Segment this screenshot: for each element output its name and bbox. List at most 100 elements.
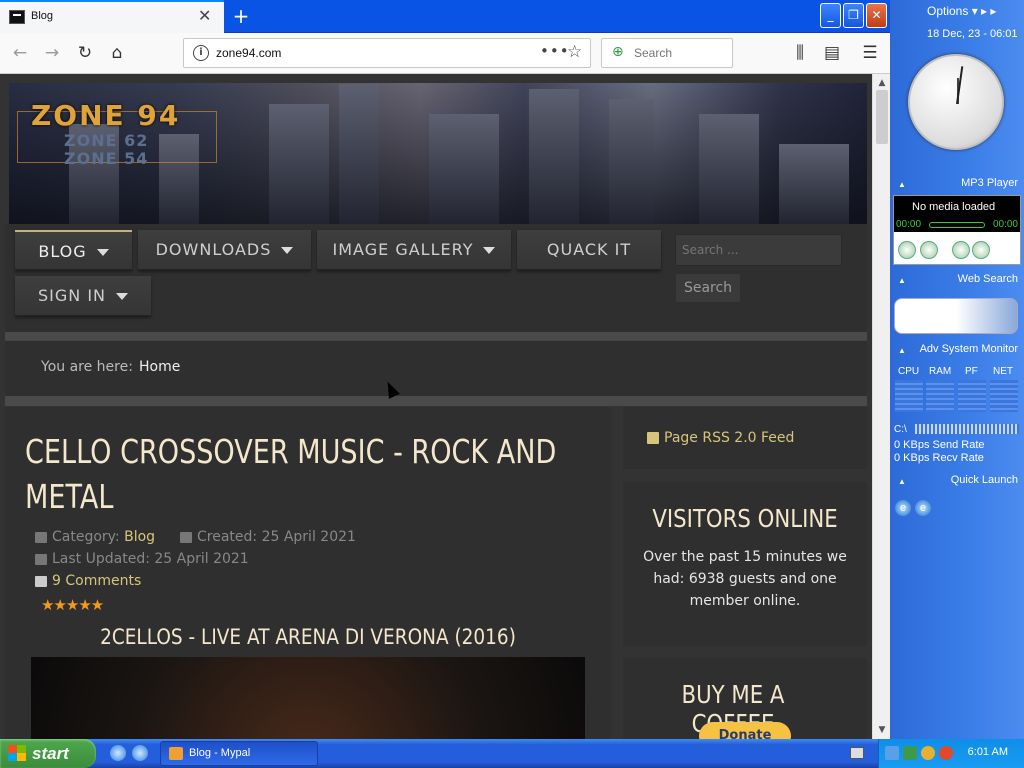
search-icon[interactable] xyxy=(921,746,935,760)
site-logo[interactable]: ZONE 94 xyxy=(31,99,180,132)
page-actions-icon[interactable]: ••• xyxy=(540,42,570,60)
pf-graph xyxy=(958,380,986,412)
tab-title: Blog xyxy=(31,10,54,22)
menu-label-quack: QUACK IT xyxy=(546,240,632,259)
caret-down-icon xyxy=(483,247,496,254)
site-info-icon[interactable]: i xyxy=(193,45,209,61)
star-rating[interactable]: ★★★★★ xyxy=(41,596,104,614)
mp3-time-start: 00:00 xyxy=(896,219,922,230)
menu-item-quack-it[interactable]: QUACK IT xyxy=(517,230,661,270)
keyboard-icon[interactable] xyxy=(850,747,864,759)
web-search-title: Web Search xyxy=(957,273,1018,285)
browser-search-input[interactable] xyxy=(632,45,727,61)
divider xyxy=(5,332,867,340)
web-search-input[interactable] xyxy=(894,298,1018,334)
article-title: CELLO CROSSOVER MUSIC - ROCK AND METAL xyxy=(25,432,557,516)
start-button[interactable]: start xyxy=(0,739,96,768)
tab-bar: Blog ✕ + _ ❐ ✕ xyxy=(0,0,890,33)
rss-label[interactable]: Page RSS 2.0 Feed xyxy=(664,430,794,446)
site-search-button[interactable]: Search xyxy=(676,274,740,302)
menu-item-sign-in[interactable]: SIGN IN xyxy=(15,276,151,316)
video-player[interactable] xyxy=(31,657,585,739)
site-banner: ZONE 94 ZONE 62 ZONE 54 xyxy=(9,83,867,224)
page-scrollbar[interactable]: ▲ ▼ xyxy=(872,74,890,739)
hamburger-menu-icon[interactable]: ☰ xyxy=(858,41,882,65)
new-tab-button[interactable]: + xyxy=(228,3,254,29)
rss-module: Page RSS 2.0 Feed xyxy=(623,407,867,469)
url-text[interactable]: zone94.com xyxy=(216,46,281,60)
taskbar: start Blog - Mypal 6:01 AM xyxy=(0,739,1024,768)
analog-clock xyxy=(908,54,1004,150)
category-link[interactable]: Blog xyxy=(124,529,155,545)
network-icon[interactable] xyxy=(885,746,899,760)
task-label[interactable]: Blog - Mypal xyxy=(189,747,250,759)
updated-text: Last Updated: 25 April 2021 xyxy=(52,551,249,567)
options-label[interactable]: Options xyxy=(927,4,968,18)
desktop-sidebar: Options ▾ ▸ ▸ 18 Dec, 23 - 06:01 ▲ MP3 P… xyxy=(890,0,1024,739)
previous-icon[interactable] xyxy=(952,241,970,259)
site-search-input[interactable] xyxy=(675,234,842,266)
rss-feed-link[interactable]: Page RSS 2.0 Feed xyxy=(647,430,794,446)
stop-icon[interactable] xyxy=(920,241,938,259)
tab-blog[interactable]: Blog ✕ xyxy=(0,0,224,33)
article: CELLO CROSSOVER MUSIC - ROCK AND METAL C… xyxy=(5,407,611,739)
url-bar[interactable]: i zone94.com ••• ☆ xyxy=(183,38,591,68)
scroll-down-icon[interactable]: ▼ xyxy=(875,723,889,737)
scroll-thumb[interactable] xyxy=(876,90,888,144)
tray-clock[interactable]: 6:01 AM xyxy=(968,746,1008,758)
menu-item-image-gallery[interactable]: IMAGE GALLERY xyxy=(317,230,511,270)
browser-search-box[interactable]: ⊕ xyxy=(601,38,733,68)
breadcrumb-home: Home xyxy=(139,359,181,375)
breadcrumb: You are here: Home xyxy=(5,340,867,396)
created-text: Created: 25 April 2021 xyxy=(197,529,356,545)
internet-explorer-icon[interactable]: e xyxy=(895,500,911,516)
article-category: Category: Blog xyxy=(35,529,155,545)
windows-logo-lower xyxy=(8,753,26,761)
collapse-arrow-icon[interactable]: ▲ xyxy=(898,477,906,486)
mp3-progress-bar[interactable] xyxy=(929,222,985,228)
maximize-button[interactable]: ❐ xyxy=(843,3,864,28)
collapse-arrow-icon[interactable]: ▲ xyxy=(898,180,906,189)
site-favicon-icon xyxy=(9,10,25,24)
minimize-button[interactable]: _ xyxy=(820,3,841,28)
taskbar-item-blog-mypal[interactable]: Blog - Mypal xyxy=(160,741,318,766)
net-graph xyxy=(990,380,1018,412)
comments-text[interactable]: 9 Comments xyxy=(52,573,141,589)
menu-item-downloads[interactable]: DOWNLOADS xyxy=(138,230,311,270)
scroll-up-icon[interactable]: ▲ xyxy=(875,76,889,90)
calendar-icon xyxy=(35,553,47,565)
page-viewport: ZONE 94 ZONE 62 ZONE 54 BLOG DOWNLOADS I… xyxy=(0,74,872,739)
browser-quicklaunch-icon[interactable] xyxy=(132,745,148,761)
breadcrumb-label: You are here: xyxy=(41,359,133,375)
mypal-app-icon xyxy=(169,747,183,760)
collapse-arrow-icon[interactable]: ▲ xyxy=(898,276,906,285)
divider xyxy=(5,396,867,406)
library-icon[interactable]: ⫼ xyxy=(788,41,812,65)
comment-icon xyxy=(35,575,47,587)
close-window-button[interactable]: ✕ xyxy=(866,3,887,28)
visitors-module: VISITORS ONLINE Over the past 15 minutes… xyxy=(623,482,867,646)
back-arrow-icon[interactable]: ← xyxy=(8,41,32,65)
comments-link[interactable]: 9 Comments xyxy=(35,573,141,589)
close-tab-icon[interactable]: ✕ xyxy=(198,6,211,26)
start-label[interactable]: start xyxy=(32,744,69,763)
disk-label: C:\ xyxy=(894,424,907,435)
forward-arrow-icon[interactable]: → xyxy=(40,41,64,65)
home-icon[interactable]: ⌂ xyxy=(105,41,129,65)
play-icon[interactable] xyxy=(898,241,916,259)
internet-explorer-icon[interactable] xyxy=(110,745,126,761)
reload-icon[interactable]: ↻ xyxy=(73,41,97,65)
sidebar-options-menu[interactable]: Options ▾ ▸ ▸ xyxy=(927,4,996,18)
browser-icon[interactable]: e xyxy=(915,500,931,516)
bookmark-star-icon[interactable]: ☆ xyxy=(567,42,582,62)
security-icon[interactable] xyxy=(903,746,917,760)
donate-button[interactable]: Donate xyxy=(699,722,791,739)
menu-item-blog[interactable]: BLOG xyxy=(15,230,132,270)
mp3-status: No media loaded xyxy=(912,201,996,213)
next-icon[interactable] xyxy=(972,241,990,259)
cpu-graph xyxy=(895,380,923,412)
collapse-arrow-icon[interactable]: ▲ xyxy=(898,346,906,355)
rss-icon xyxy=(647,432,659,444)
sidebar-icon[interactable]: ▤ xyxy=(820,41,844,65)
alert-icon[interactable] xyxy=(939,746,953,760)
